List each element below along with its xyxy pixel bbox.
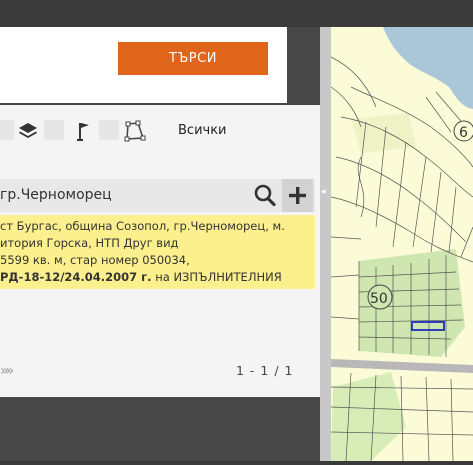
square-icon[interactable]: [44, 120, 64, 140]
result-line: ст Бургас, община Созопол, гр.Черноморец…: [0, 219, 285, 233]
map-label: 50: [370, 291, 388, 307]
polygon-icon[interactable]: [123, 119, 147, 143]
square-icon[interactable]: [99, 120, 119, 140]
top-bar: [0, 0, 473, 27]
search-panel: ТЪРСИ Всички гр.Черноморец ст Бургас, об…: [0, 27, 320, 461]
query-row: гр.Черноморец: [0, 179, 315, 212]
result-item[interactable]: ст Бургас, община Созопол, гр.Черноморец…: [0, 215, 315, 289]
pager: »» 1 - 1 / 1: [0, 357, 320, 385]
map-view[interactable]: 6 50: [330, 27, 473, 462]
panel-divider[interactable]: ◂: [320, 27, 331, 461]
flag-icon[interactable]: [71, 119, 95, 143]
search-form: ТЪРСИ: [0, 27, 287, 103]
filter-all-label[interactable]: Всички: [178, 123, 227, 138]
page-count: 1 - 1 / 1: [236, 363, 294, 378]
order-number: РД-18-12/24.04.2007 г.: [0, 270, 152, 284]
result-line-rest: на ИЗПЪЛНИТЕЛНИЯ: [151, 270, 282, 284]
search-icon[interactable]: [250, 179, 280, 212]
map-label: 6: [459, 125, 468, 141]
result-line: РД-18-12/24.04.2007 г. на ИЗПЪЛНИТЕЛНИЯ: [0, 270, 282, 284]
search-button[interactable]: ТЪРСИ: [118, 42, 268, 75]
result-line: 5599 кв. м, стар номер 050034,: [0, 253, 190, 267]
double-chevron-right-icon[interactable]: »»: [0, 363, 14, 379]
filter-bar: Всички: [0, 117, 320, 145]
add-icon[interactable]: [282, 179, 313, 212]
layers-icon[interactable]: [16, 119, 40, 143]
query-input[interactable]: гр.Черноморец: [0, 187, 112, 203]
square-icon[interactable]: [0, 120, 14, 140]
result-line: итория Горска, НТП Друг вид: [0, 236, 179, 250]
results-panel: Всички гр.Черноморец ст Бургас, община С…: [0, 105, 320, 397]
chevron-left-icon[interactable]: ◂: [321, 187, 326, 197]
